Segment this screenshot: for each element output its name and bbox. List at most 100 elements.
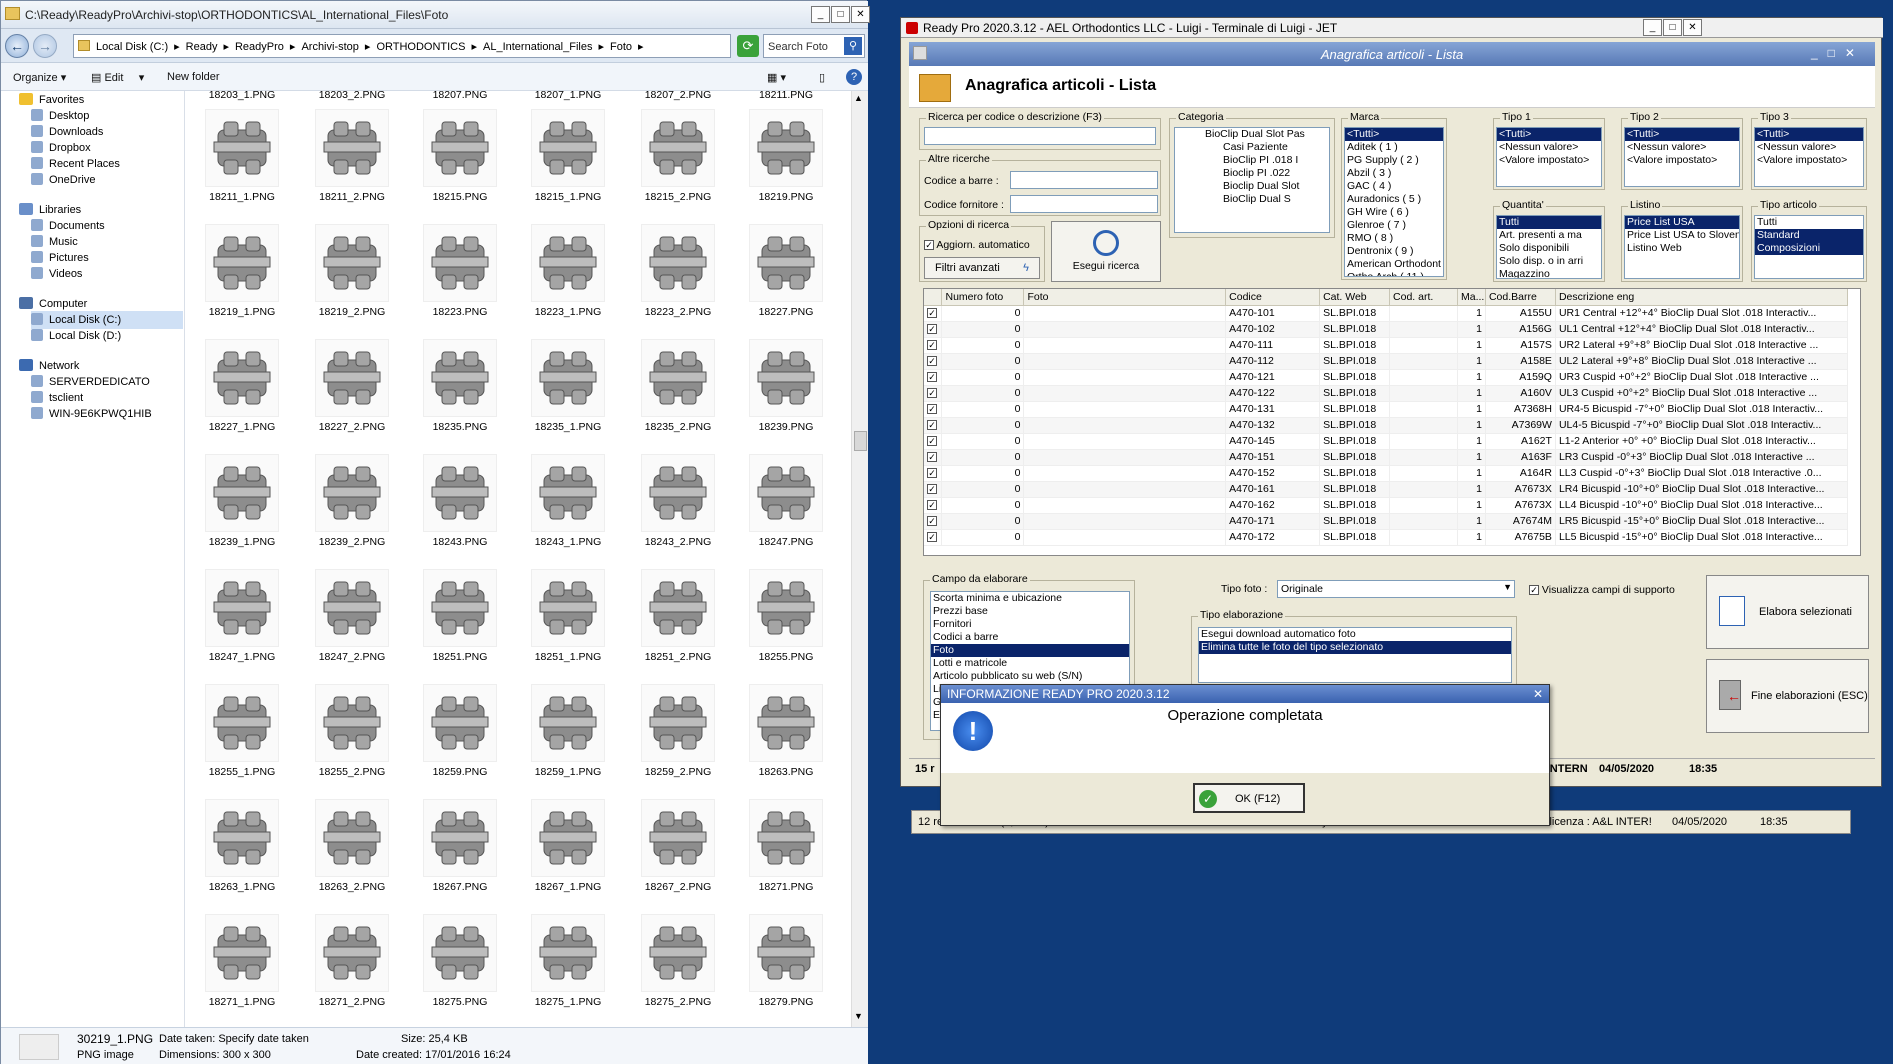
table-row[interactable]: ✓ 0 A470-152 SL.BPI.018 1 A164R LL3 Cuspid -0°… [924, 465, 1849, 482]
minimize-button[interactable]: _ [811, 6, 830, 23]
table-row[interactable]: ✓ 0 A470-122 SL.BPI.018 1 A160V UL3 Cuspid +0°… [924, 385, 1849, 402]
file-scrollbar[interactable]: ▲ ▼ [851, 91, 868, 1027]
file-thumbnail[interactable]: 18227.PNG [731, 220, 841, 335]
row-checkbox[interactable]: ✓ [924, 337, 943, 354]
new-folder-button[interactable]: New folder [167, 71, 220, 83]
file-thumbnail[interactable]: 18259.PNG [405, 680, 515, 795]
list-item[interactable]: <Valore impostato> [1497, 154, 1601, 167]
list-item[interactable]: BioClip PI .018 I [1175, 154, 1329, 167]
column-header[interactable]: Descrizione eng [1555, 289, 1849, 306]
file-thumbnail[interactable]: 18263_2.PNG [297, 795, 407, 910]
row-checkbox[interactable]: ✓ [924, 401, 943, 418]
child-window-controls[interactable]: _ □ ✕ [1811, 46, 1855, 60]
list-item[interactable]: Elimina tutte le foto del tipo seleziona… [1199, 641, 1511, 654]
row-checkbox[interactable]: ✓ [924, 449, 943, 466]
list-item[interactable]: <Nessun valore> [1625, 141, 1739, 154]
file-thumbnail[interactable]: 18223_2.PNG [623, 220, 733, 335]
row-checkbox[interactable]: ✓ [924, 529, 943, 546]
list-item[interactable]: Ortho Arch ( 11 ) [1345, 271, 1443, 276]
close-button[interactable]: ✕ [851, 6, 870, 23]
list-item[interactable]: <Nessun valore> [1755, 141, 1863, 154]
table-row[interactable]: ✓ 0 A470-145 SL.BPI.018 1 A162T L1-2 Anterior … [924, 433, 1849, 450]
row-checkbox[interactable]: ✓ [924, 513, 943, 530]
file-thumbnail[interactable]: 18235_2.PNG [623, 335, 733, 450]
list-item[interactable]: Dentronix ( 9 ) [1345, 245, 1443, 258]
table-row[interactable]: ✓ 0 A470-132 SL.BPI.018 1 A7369W UL4-5 Bicuspi… [924, 417, 1849, 434]
back-button[interactable]: ← [5, 34, 29, 58]
show-support-fields-checkbox[interactable]: ✓ Visualizza campi di supporto [1529, 584, 1675, 596]
scroll-thumb[interactable] [854, 431, 867, 451]
list-item[interactable]: BioClip Dual Slot Pas [1175, 128, 1329, 141]
row-checkbox[interactable]: ✓ [924, 417, 943, 434]
file-thumbnail[interactable]: 18239_1.PNG [187, 450, 297, 565]
column-header[interactable]: Ma... [1457, 289, 1486, 306]
list-item[interactable]: Casi Paziente [1175, 141, 1329, 154]
barcode-input[interactable] [1010, 171, 1158, 189]
row-checkbox[interactable]: ✓ [924, 433, 943, 450]
maximize-button[interactable]: □ [1663, 19, 1682, 36]
file-thumbnail[interactable]: 18259_1.PNG [513, 680, 623, 795]
table-row[interactable]: ✓ 0 A470-171 SL.BPI.018 1 A7674M LR5 Bicuspid … [924, 513, 1849, 530]
breadcrumb-item[interactable]: Foto [610, 41, 632, 53]
file-thumbnail[interactable]: 18255.PNG [731, 565, 841, 680]
process-selected-button[interactable]: Elabora selezionati [1706, 575, 1869, 649]
list-item[interactable]: Magazzino [1497, 268, 1601, 278]
column-header[interactable]: Foto [1023, 289, 1227, 306]
supplier-code-input[interactable] [1010, 195, 1158, 213]
table-row[interactable]: ✓ 0 A470-121 SL.BPI.018 1 A159Q UR3 Cuspid +0°… [924, 369, 1849, 386]
processing-type-list[interactable]: Esegui download automatico foto Elimina t… [1198, 627, 1512, 683]
table-row[interactable]: ✓ 0 A470-112 SL.BPI.018 1 A158E UL2 Lateral +9… [924, 353, 1849, 370]
list-item[interactable]: Codici a barre [931, 631, 1129, 644]
table-row[interactable]: ✓ 0 A470-151 SL.BPI.018 1 A163F LR3 Cuspid -0°… [924, 449, 1849, 466]
list-item[interactable]: Auradonics ( 5 ) [1345, 193, 1443, 206]
row-checkbox[interactable]: ✓ [924, 497, 943, 514]
column-header[interactable]: Numero foto [941, 289, 1025, 306]
search-code-input[interactable] [924, 127, 1156, 145]
category-tree[interactable]: BioClip Dual Slot Pas Casi Paziente BioCli… [1174, 127, 1330, 233]
list-item[interactable]: <Valore impostato> [1755, 154, 1863, 167]
column-header[interactable]: Cod.Barre [1485, 289, 1556, 306]
scroll-down-icon[interactable]: ▼ [854, 1011, 863, 1021]
file-thumbnail[interactable]: 18243_1.PNG [513, 450, 623, 565]
row-checkbox[interactable]: ✓ [924, 321, 943, 338]
maximize-button[interactable]: □ [831, 6, 850, 23]
list-item[interactable]: Art. presenti a ma [1497, 229, 1601, 242]
chevron-right-icon[interactable]: ▸ [598, 41, 604, 53]
edit-button[interactable]: ▤ Edit ▾ [91, 71, 144, 84]
advanced-filters-button[interactable]: Filtri avanzati ϟ [924, 257, 1040, 279]
chevron-right-icon[interactable]: ▸ [365, 41, 371, 53]
list-item[interactable]: Articolo pubblicato su web (S/N) [931, 670, 1129, 683]
file-thumbnail[interactable]: 18259_2.PNG [623, 680, 733, 795]
file-thumbnail[interactable]: 18219_1.PNG [187, 220, 297, 335]
list-item[interactable]: <Tutti> [1625, 128, 1739, 141]
table-row[interactable]: ✓ 0 A470-172 SL.BPI.018 1 A7675B LL5 Bicuspid … [924, 529, 1849, 546]
preview-pane-icon[interactable]: ▯ [819, 71, 825, 84]
list-item[interactable]: Bioclip PI .022 [1175, 167, 1329, 180]
table-row[interactable]: ✓ 0 A470-101 SL.BPI.018 1 A155U UR1 Central +1… [924, 305, 1849, 322]
forward-button[interactable]: → [33, 34, 57, 58]
file-thumbnail[interactable]: 18211_2.PNG [297, 105, 407, 220]
file-thumbnail[interactable]: 18251_2.PNG [623, 565, 733, 680]
ok-button[interactable]: ✓ OK (F12) [1193, 783, 1305, 813]
file-thumbnail[interactable]: 18219.PNG [731, 105, 841, 220]
file-thumbnail[interactable]: 18267.PNG [405, 795, 515, 910]
refresh-icon[interactable]: ⟳ [737, 35, 759, 57]
list-item[interactable]: Price List USA to Sloveni [1625, 229, 1739, 242]
file-thumbnail[interactable]: 18227_2.PNG [297, 335, 407, 450]
list-item[interactable]: Solo disponibili [1497, 242, 1601, 255]
list-item[interactable]: Bioclip Dual Slot [1175, 180, 1329, 193]
list-item[interactable]: Standard [1755, 229, 1863, 242]
list-item[interactable]: Lotti e matricole [931, 657, 1129, 670]
list-item[interactable]: Solo disp. o in arri [1497, 255, 1601, 268]
brand-list[interactable]: <Tutti> Aditek ( 1 ) PG Supply ( 2 ) Abzil … [1344, 127, 1444, 277]
minimize-button[interactable]: _ [1643, 19, 1662, 36]
file-thumbnail[interactable]: 18243.PNG [405, 450, 515, 565]
file-thumbnail[interactable]: 18251.PNG [405, 565, 515, 680]
row-checkbox[interactable]: ✓ [924, 481, 943, 498]
tipo2-list[interactable]: <Tutti> <Nessun valore> <Valore impostato> [1624, 127, 1740, 187]
list-item[interactable]: GH Wire ( 6 ) [1345, 206, 1443, 219]
file-thumbnail[interactable]: 18243_2.PNG [623, 450, 733, 565]
row-checkbox[interactable]: ✓ [924, 353, 943, 370]
end-processing-button[interactable]: ← Fine elaborazioni (ESC) [1706, 659, 1869, 733]
list-item[interactable]: American Orthodont [1345, 258, 1443, 271]
